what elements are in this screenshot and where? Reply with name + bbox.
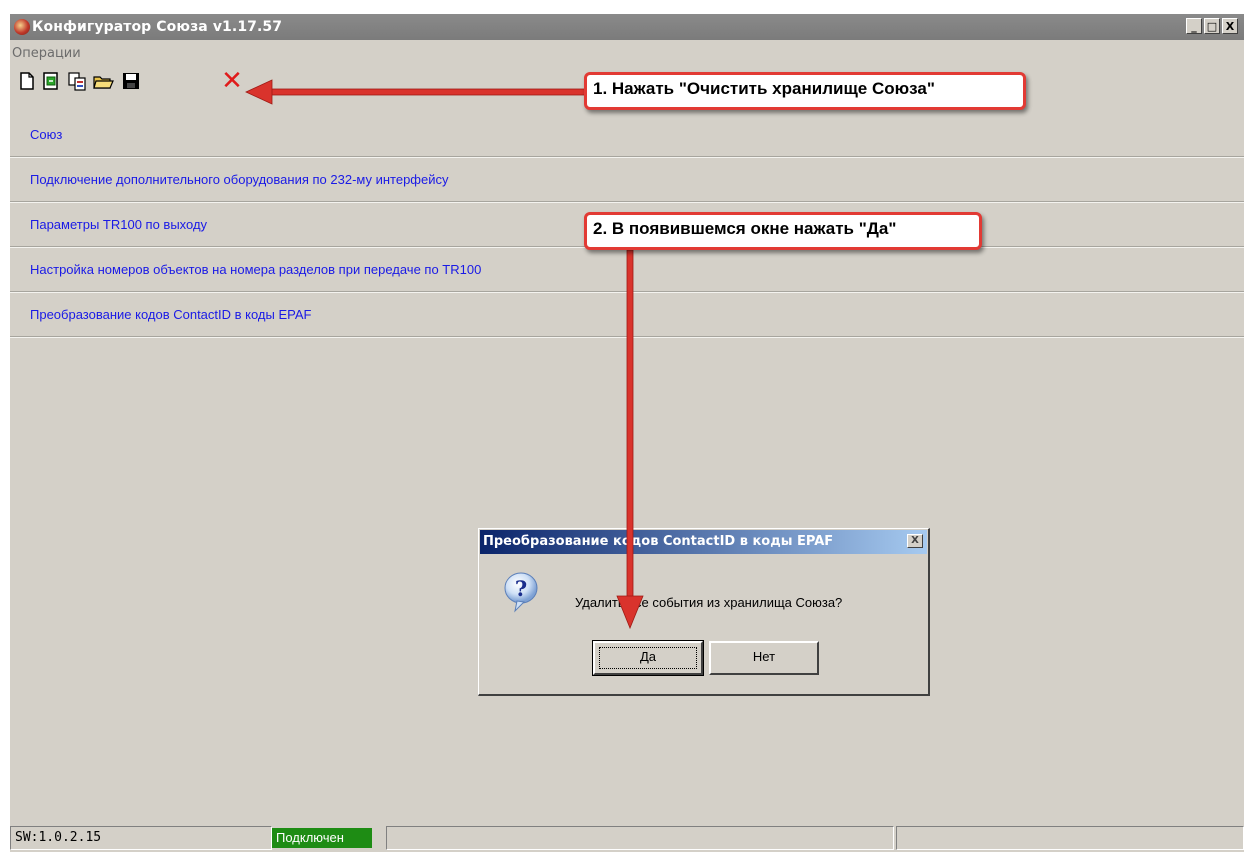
annotation-step-2: 2. В появившемся окне нажать "Да"	[584, 212, 982, 250]
arrow-to-clear-button	[245, 79, 587, 105]
annotation-arrows	[245, 79, 644, 630]
arrow-to-yes-button	[616, 249, 644, 630]
annotation-step-1: 1. Нажать "Очистить хранилище Союза"	[584, 72, 1026, 110]
